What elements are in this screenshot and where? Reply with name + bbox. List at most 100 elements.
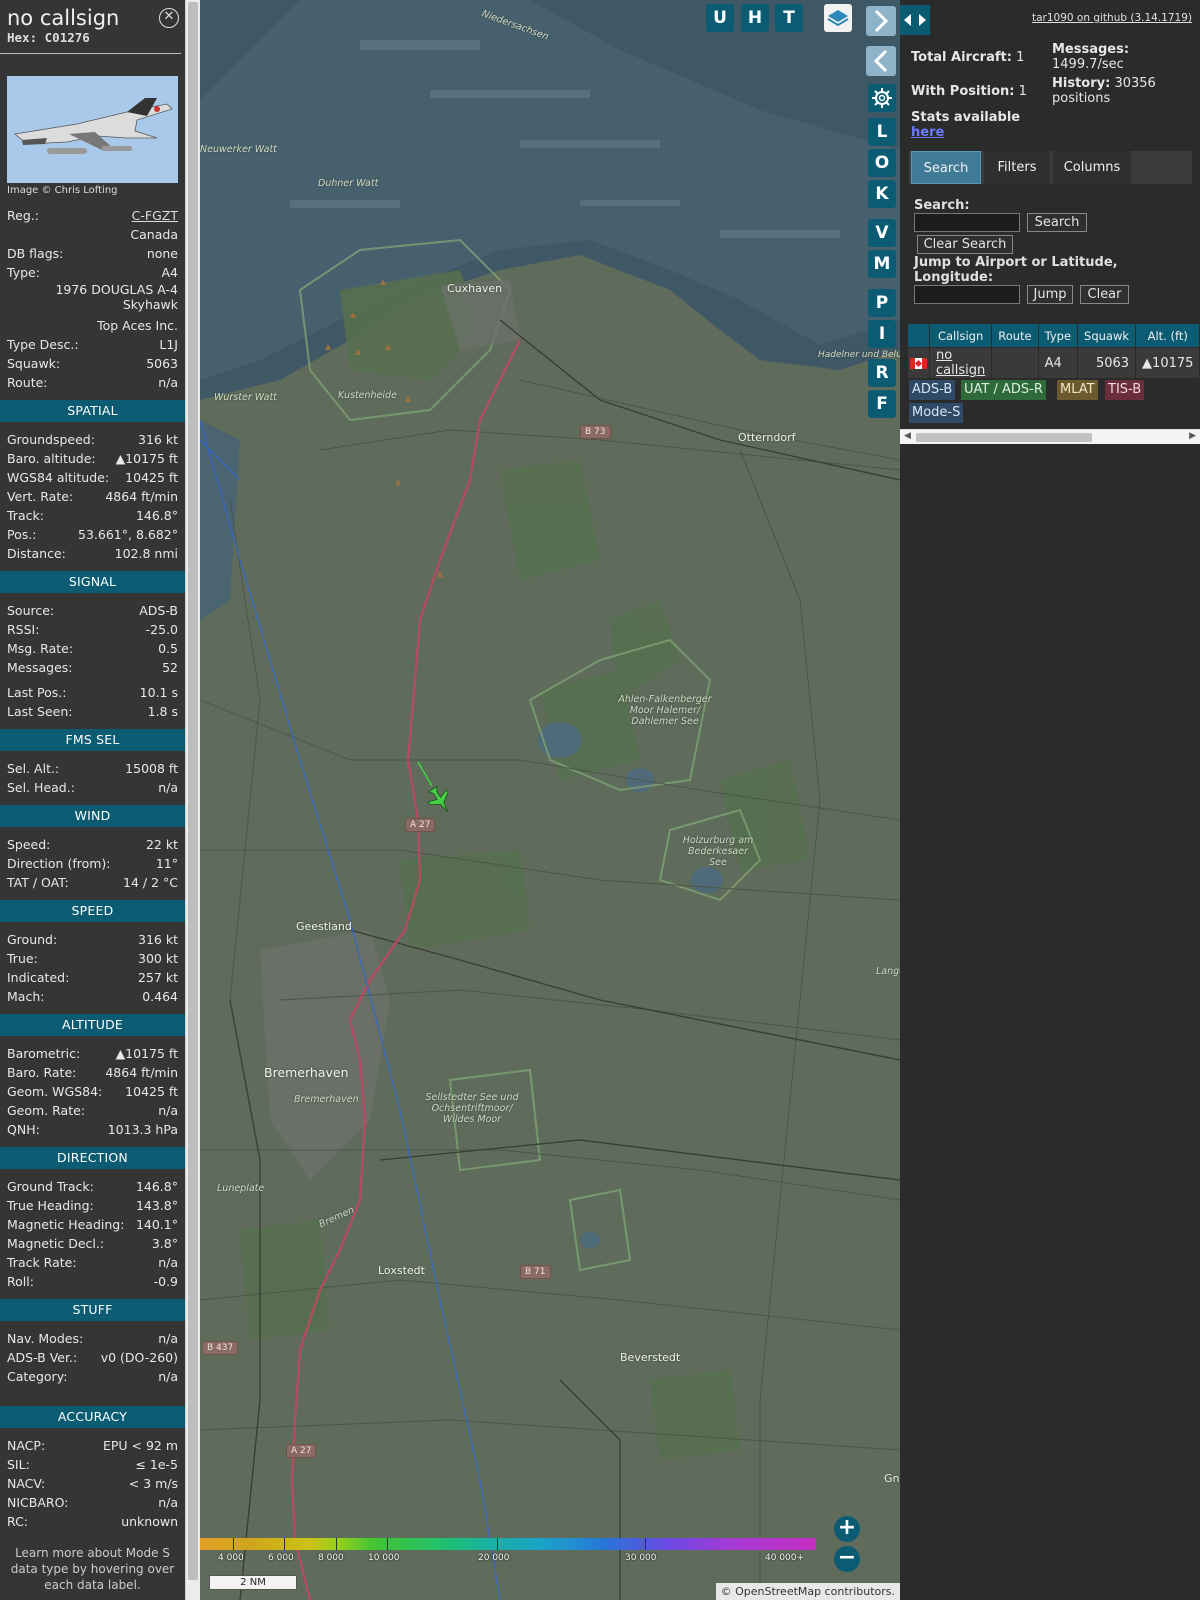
messages-stat: Messages: 1499.7/sec (1052, 42, 1192, 72)
map-button-k[interactable]: K (868, 180, 896, 208)
info-row-label: Sel. Alt.: (7, 761, 60, 776)
jump-button[interactable]: Jump (1027, 285, 1073, 304)
map-button-m[interactable]: M (868, 250, 896, 278)
label-sellstedter: Sellstedter See und Ochsentriftmoor/ Wil… (425, 1092, 519, 1125)
layers-button[interactable] (824, 4, 852, 32)
row-spacer (0, 1392, 185, 1398)
info-row-value: n/a (158, 1103, 178, 1118)
map-button-r[interactable]: R (868, 359, 896, 387)
tab-columns[interactable]: Columns (1053, 151, 1131, 184)
info-row-value: n/a (158, 1369, 178, 1384)
map-button-o[interactable]: O (868, 149, 896, 177)
info-scrollbar-thumb[interactable] (188, 2, 198, 1580)
toolbar-button-u[interactable]: U (706, 4, 734, 32)
zoom-out-button[interactable]: − (834, 1546, 860, 1572)
registration-link[interactable]: C-FGZT (132, 206, 178, 225)
aircraft-photo-image (7, 76, 178, 183)
clear-search-button[interactable]: Clear Search (917, 235, 1013, 254)
info-row: Source: ADS-B (0, 601, 185, 620)
learn-more-note: Learn more about Mode S data type by hov… (10, 1546, 175, 1592)
info-row-label: Geom. WGS84: (7, 1084, 103, 1099)
info-row-label: True Heading: (7, 1198, 94, 1213)
zoom-in-button[interactable]: + (834, 1516, 860, 1542)
info-row-label: Magnetic Heading: (7, 1217, 125, 1232)
tab-search[interactable]: Search (911, 151, 981, 184)
info-row-label: Vert. Rate: (7, 489, 74, 504)
section-header-fms-sel: FMS SEL (0, 729, 185, 751)
legend-label: 10 000 (368, 1553, 400, 1563)
tab-filters[interactable]: Filters (984, 151, 1050, 184)
table-horizontal-scrollbar[interactable]: ◀ ▶ (900, 429, 1200, 444)
info-row: Ground: 316 kt (0, 930, 185, 949)
info-row-value: 1.8 s (147, 704, 178, 719)
hex-value: C01276 (44, 30, 90, 45)
github-link[interactable]: tar1090 on github (3.14.1719) (1032, 12, 1192, 24)
hide-sidebar-button[interactable] (866, 46, 896, 76)
info-row-value: 22 kt (145, 837, 178, 852)
layers-icon (827, 10, 849, 27)
section-header-stuff: STUFF (0, 1299, 185, 1321)
jump-input[interactable] (914, 285, 1020, 304)
search-button[interactable]: Search (1027, 213, 1087, 232)
total-aircraft-value: 1 (1016, 50, 1025, 65)
legend-label: 20 000 (478, 1553, 510, 1563)
info-row-value: 10.1 s (139, 685, 178, 700)
source-badge: Mode-S (909, 403, 964, 423)
map-button-i[interactable]: I (868, 320, 896, 348)
aircraft-photo[interactable] (7, 76, 178, 183)
map-canvas (200, 0, 900, 1600)
info-row-value: n/a (158, 1255, 178, 1270)
info-row-label: Geom. Rate: (7, 1103, 86, 1118)
table-scrollbar-thumb[interactable] (916, 433, 1092, 442)
info-row-label: Mach: (7, 989, 45, 1004)
table-header-altitude[interactable]: Alt. (ft) (1135, 323, 1200, 348)
info-row-label: Indicated: (7, 970, 70, 985)
info-row: True: 300 kt (0, 949, 185, 968)
scroll-left-icon[interactable]: ◀ (904, 431, 911, 441)
info-row: Squawk: 5063 (0, 354, 185, 373)
label-bremerhaven: Bremerhaven (264, 1065, 349, 1080)
info-row: Baro. altitude: ▲10175 ft (0, 449, 185, 468)
row-callsign[interactable]: no callsign (928, 347, 993, 379)
info-row: True Heading: 143.8° (0, 1196, 185, 1215)
info-row-value: Top Aces Inc. (97, 318, 178, 333)
stats-available: Stats available here (911, 110, 1020, 140)
table-header-type[interactable]: Type (1037, 323, 1079, 348)
search-input[interactable] (914, 213, 1020, 232)
row-altitude: ▲10175 (1135, 347, 1200, 379)
info-row: SIL: ≤ 1e-5 (0, 1455, 185, 1474)
row-type: A4 (1037, 347, 1079, 379)
info-row-label: Baro. Rate: (7, 1065, 77, 1080)
table-row[interactable]: no callsign A4 5063 ▲10175 (907, 347, 1200, 379)
toolbar-button-h[interactable]: H (741, 4, 769, 32)
info-scrollbar[interactable] (185, 0, 200, 1600)
info-row-value: n/a (158, 1495, 178, 1510)
map-button-l[interactable]: L (868, 118, 896, 146)
info-row: Speed: 22 kt (0, 835, 185, 854)
show-sidebar-button[interactable] (866, 6, 896, 36)
settings-button[interactable] (868, 84, 896, 112)
clear-button[interactable]: Clear (1080, 285, 1129, 304)
info-row: NACP: EPU < 92 m (0, 1436, 185, 1455)
info-row: Magnetic Decl.: 3.8° (0, 1234, 185, 1253)
info-row: Direction (from): 11° (0, 854, 185, 873)
table-header-route[interactable]: Route (991, 323, 1039, 348)
map-view[interactable]: Niedersachsen Neuwerker Watt Duhner Watt… (200, 0, 900, 1600)
stats-link[interactable]: here (911, 125, 944, 140)
info-row: RC: unknown (0, 1512, 185, 1531)
aircraft-info-panel: no callsign Hex: C01276 ✕ Image © Chris … (0, 0, 185, 1600)
info-row-label: Direction (from): (7, 856, 111, 871)
toolbar-button-t[interactable]: T (775, 4, 803, 32)
expand-sidebar-button[interactable] (900, 5, 930, 35)
info-row-label: NACP: (7, 1438, 46, 1453)
label-geestland: Geestland (296, 920, 352, 933)
table-header-callsign[interactable]: Callsign (928, 323, 993, 348)
table-header-squawk[interactable]: Squawk (1077, 323, 1137, 348)
close-icon[interactable]: ✕ (159, 8, 179, 28)
scroll-right-icon[interactable]: ▶ (1189, 431, 1196, 441)
map-button-v[interactable]: V (868, 219, 896, 247)
map-button-p[interactable]: P (868, 289, 896, 317)
label-lange: Lange Moo (876, 966, 900, 977)
info-row: DB flags: none (0, 244, 185, 263)
map-button-f[interactable]: F (868, 390, 896, 418)
